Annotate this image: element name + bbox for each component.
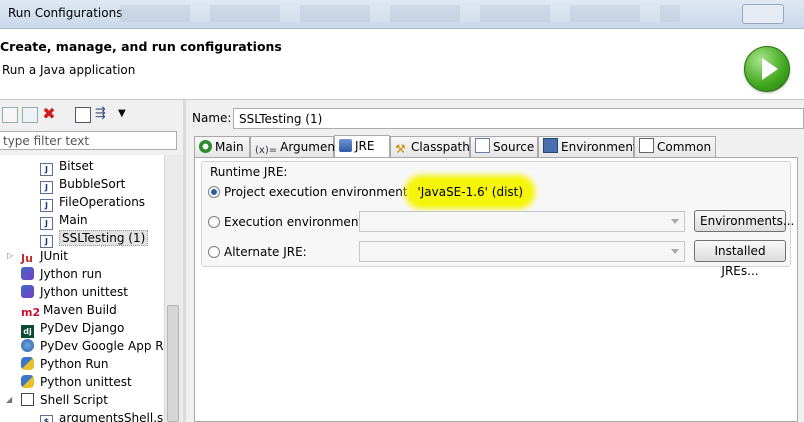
tree-item-bitset[interactable]: J Bitset (40, 157, 94, 176)
tab-common[interactable]: Common (634, 136, 716, 157)
source-tab-icon (475, 138, 490, 153)
view-menu-icon[interactable]: ▼ (118, 107, 132, 121)
tab-source[interactable]: Source (470, 136, 538, 157)
project-env-radio[interactable] (208, 186, 220, 198)
window-titlebar: Run Configurations (0, 0, 804, 29)
environments-button[interactable]: Environments... (694, 210, 794, 232)
collapse-twisty-icon[interactable]: ◢ (6, 395, 12, 404)
jre-tab-panel: Runtime JRE: Project execution environme… (194, 157, 798, 422)
environment-tab-icon (543, 138, 558, 153)
header-title: Create, manage, and run configurations (0, 39, 282, 54)
alt-jre-option[interactable]: Alternate JRE: (208, 242, 307, 262)
common-tab-icon (639, 138, 654, 153)
tree-item-shell-script[interactable]: Shell Script (21, 391, 108, 409)
shell-icon (21, 393, 34, 406)
installed-jres-button[interactable]: Installed JREs... (694, 240, 786, 278)
runtime-jre-group: Runtime JRE: Project execution environme… (201, 161, 794, 278)
collapse-all-icon[interactable] (75, 107, 91, 123)
tree-item-argumentsshell[interactable]: $ argumentsShell.sh (40, 409, 164, 422)
new-config-icon[interactable] (2, 107, 18, 123)
header-subtitle: Run a Java application (2, 63, 136, 77)
tab-classpath[interactable]: ⚒ Classpath (390, 136, 470, 157)
tree-item-fileoperations[interactable]: J FileOperations (40, 193, 145, 212)
google-app-icon (21, 339, 34, 352)
jython-icon (21, 285, 34, 298)
python-icon (21, 357, 34, 370)
panel-splitter[interactable] (183, 100, 186, 422)
project-env-value: 'JavaSE-1.6' (dist) (409, 179, 532, 205)
tree-item-python-unittest[interactable]: Python unittest (21, 373, 132, 391)
config-editor-panel: Name: SSLTesting (1) Main (x)= Arguments … (187, 100, 804, 422)
tree-item-bubblesort[interactable]: J BubbleSort (40, 175, 125, 194)
maven-icon: m2 (21, 306, 41, 319)
scrollbar-thumb[interactable] (167, 305, 179, 422)
shell-file-icon: $ (40, 415, 53, 422)
exec-env-label: Execution environment: (224, 215, 368, 229)
tree-item-python-run[interactable]: Python Run (21, 355, 108, 373)
name-label: Name: (192, 111, 232, 125)
name-input[interactable]: SSLTesting (1) (233, 108, 804, 129)
jython-icon (21, 267, 34, 280)
alt-jre-radio[interactable] (208, 246, 220, 258)
tree-item-pydev-django[interactable]: dj PyDev Django (21, 319, 124, 338)
alt-jre-select[interactable] (359, 241, 685, 262)
expand-twisty-icon[interactable]: ▷ (7, 251, 13, 260)
tab-arguments[interactable]: (x)= Arguments (250, 136, 346, 157)
window-close-button[interactable] (742, 4, 784, 24)
tree-item-maven-build[interactable]: m2 Maven Build (21, 301, 117, 319)
tree-item-pydev-google-app[interactable]: PyDev Google App Run (21, 337, 164, 355)
jre-tab-icon (339, 139, 352, 152)
run-play-icon (744, 46, 790, 92)
window-title: Run Configurations (8, 6, 123, 20)
delete-icon[interactable]: ✖ (42, 106, 56, 122)
junit-icon: Ju (21, 252, 33, 265)
tree-scrollbar[interactable] (164, 155, 182, 422)
exec-env-radio[interactable] (208, 216, 220, 228)
project-env-label: Project execution environment (224, 185, 408, 199)
chevron-down-icon (671, 219, 679, 224)
classpath-tab-icon: ⚒ (395, 142, 406, 156)
config-tree-panel: ✖ ⇶ ▼ type filter text J Bitset J BubbleSo… (0, 100, 182, 422)
tree-item-jython-unittest[interactable]: Jython unittest (21, 283, 128, 301)
exec-env-option[interactable]: Execution environment: (208, 212, 367, 232)
background-taskbar (120, 5, 680, 22)
arguments-tab-icon: (x)= (255, 145, 278, 156)
dialog-header: Create, manage, and run configurations R… (0, 29, 804, 100)
tree-item-junit[interactable]: Ju JUnit (21, 247, 68, 265)
tab-environment[interactable]: Environment (538, 136, 638, 157)
tab-jre[interactable]: JRE (334, 135, 390, 157)
project-env-option[interactable]: Project execution environment 'JavaSE-1.… (208, 179, 532, 205)
tab-main[interactable]: Main (194, 136, 250, 157)
python-icon (21, 375, 34, 388)
exec-env-select[interactable] (359, 211, 685, 232)
filter-icon[interactable]: ⇶ (95, 107, 109, 121)
duplicate-icon[interactable] (22, 107, 38, 123)
config-tree: J Bitset J BubbleSort J FileOperations J Mai… (0, 155, 164, 422)
tree-item-jython-run[interactable]: Jython run (21, 265, 102, 283)
left-toolbar: ✖ ⇶ ▼ (0, 104, 182, 126)
runtime-jre-label: Runtime JRE: (209, 165, 289, 179)
main-tab-icon (199, 140, 212, 153)
chevron-down-icon (671, 249, 679, 254)
tree-item-main[interactable]: J Main (40, 211, 88, 230)
tree-item-ssltesting[interactable]: J SSLTesting (1) (40, 229, 149, 248)
config-tabs: Main (x)= Arguments JRE ⚒ Classpath Source… (194, 135, 804, 158)
alt-jre-label: Alternate JRE: (224, 245, 307, 259)
filter-input[interactable]: type filter text (0, 131, 177, 150)
